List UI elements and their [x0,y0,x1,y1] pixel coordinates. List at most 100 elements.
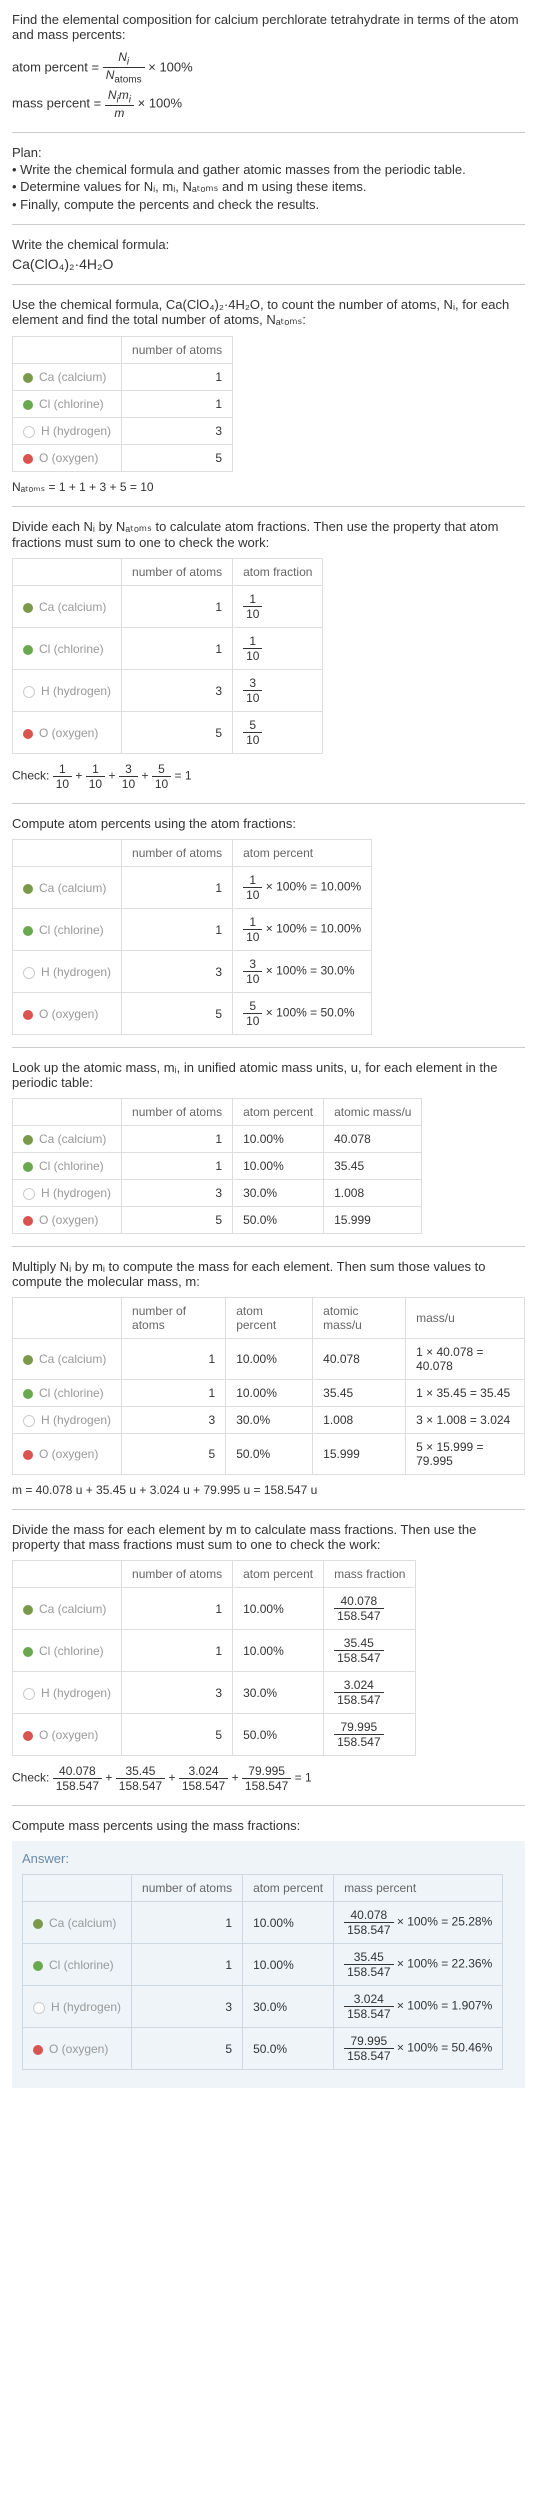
frac-den: 10 [243,733,262,747]
frac-den: 158.547 [344,2007,393,2021]
atom-count: 5 [122,1714,233,1756]
frac-den: 10 [152,777,171,791]
element-dot-icon [23,967,35,979]
frac-num: 1 [243,592,262,607]
atomic-mass-table: number of atomsatom percentatomic mass/u… [12,1098,422,1234]
element-dot-icon [23,1188,35,1200]
element-dot-icon [23,884,33,894]
atom-percent: 10.00% [226,1380,313,1407]
mass-fractions-table: number of atomsatom percentmass fraction… [12,1560,416,1756]
frac-den: 158.547 [242,1779,291,1793]
frac-num: 79.995 [334,1720,383,1735]
table-row: H (hydrogen)3310 × 100% = 30.0% [13,951,372,993]
col-mass: mass/u [406,1298,525,1339]
percent-result: × 100% = 50.46% [394,2041,493,2055]
frac-den: 158.547 [334,1735,383,1749]
atomic-mass: 15.999 [313,1434,406,1475]
atom-percent: 10.00% [243,1902,334,1944]
mass-percent-formula: mass percent = Nimi m × 100% [12,88,525,120]
element-dot-icon [33,1919,43,1929]
frac-den: 10 [243,607,262,621]
frac-num: 3.024 [344,1992,393,2007]
element-label: O (oxygen) [39,451,98,465]
frac-den: 10 [86,777,105,791]
atom-count: 5 [132,2028,243,2070]
frac-num: 35.45 [334,1636,383,1651]
frac-num: 3 [243,676,262,691]
table-row: Ca (calcium)1 [13,364,233,391]
atom-percent: 10.00% [233,1630,324,1672]
atom-percent: 10.00% [243,1944,334,1986]
frac-num: 3.024 [334,1678,383,1693]
frac-num: 5 [243,999,262,1014]
frac-num: 35.45 [344,1950,393,1965]
table-row: Ca (calcium)1110 × 100% = 10.00% [13,867,372,909]
element-dot-icon [23,645,33,655]
element-label: O (oxygen) [49,2042,108,2056]
element-dot-icon [23,1605,33,1615]
plan-item-2: • Determine values for Nᵢ, mᵢ, Nₐₜₒₘₛ an… [12,179,525,195]
atom-percent: 10.00% [233,1126,324,1153]
atom-count: 1 [122,1339,226,1380]
frac-num: 3.024 [179,1764,228,1779]
divider [12,1509,525,1510]
frac-num: 79.995 [242,1764,291,1779]
table-row: H (hydrogen)330.0%1.008 [13,1180,422,1207]
atom-count: 5 [122,445,233,472]
element-dot-icon [23,1415,35,1427]
mass-calc: 1 × 35.45 = 35.45 [406,1380,525,1407]
frac-den: 10 [119,777,138,791]
col-atom-percent: atom percent [243,1875,334,1902]
plan-item-1: • Write the chemical formula and gather … [12,162,525,177]
col-number-of-atoms: number of atoms [122,1099,233,1126]
atom-percent: 10.00% [226,1339,313,1380]
answer-box: Answer: number of atomsatom percentmass … [12,1841,525,2088]
check-label: Check: [12,1771,53,1785]
frac-den: 158.547 [344,2049,393,2063]
atom-count: 3 [122,1672,233,1714]
atom-count: 5 [122,1434,226,1475]
percent-result: × 100% = 50.0% [262,1006,354,1020]
col-number-of-atoms: number of atoms [122,840,233,867]
table-row: O (oxygen)550.0%79.995158.547 [13,1714,416,1756]
percent-result: × 100% = 10.00% [262,922,361,936]
plus: + [75,769,85,783]
atomic-mass: 40.078 [324,1126,422,1153]
table-row: Ca (calcium)110.00%40.078158.547 × 100% … [23,1902,503,1944]
element-label: H (hydrogen) [41,1186,111,1200]
percent-result: × 100% = 1.907% [394,1999,493,2013]
step-lookup-mass: Look up the atomic mass, mᵢ, in unified … [12,1060,525,1090]
atom-percent: 50.0% [233,1207,324,1234]
element-dot-icon [33,2045,43,2055]
element-label: Cl (chlorine) [39,1386,104,1400]
element-dot-icon [23,1450,33,1460]
table-row: Cl (chlorine)110.00%35.45 [13,1153,422,1180]
divider [12,224,525,225]
divider [12,132,525,133]
atom-fractions-table: number of atomsatom fraction Ca (calcium… [12,558,323,754]
frac-den: 158.547 [116,1779,165,1793]
mass-percent-fraction: Nimi m [105,88,134,120]
element-label: Ca (calcium) [49,1916,116,1930]
element-dot-icon [23,1216,33,1226]
element-dot-icon [23,1688,35,1700]
mass-calc: 3 × 1.008 = 3.024 [406,1407,525,1434]
element-dot-icon [33,2002,45,2014]
col-mass-percent: mass percent [334,1875,503,1902]
element-dot-icon [23,426,35,438]
table-row: O (oxygen)550.0%15.9995 × 15.999 = 79.99… [13,1434,525,1475]
element-label: Ca (calcium) [39,1602,106,1616]
col-number-of-atoms: number of atoms [122,1561,233,1588]
atom-count: 3 [132,1986,243,2028]
atom-count: 1 [122,1588,233,1630]
plus: + [141,769,151,783]
atom-count: 1 [122,364,233,391]
element-label: Ca (calcium) [39,1132,106,1146]
atom-count: 1 [122,586,233,628]
divider [12,803,525,804]
col-atom-percent: atom percent [233,1561,324,1588]
table-row: Cl (chlorine)1110 × 100% = 10.00% [13,909,372,951]
frac-num: 1 [243,873,262,888]
table-row: Cl (chlorine)110.00%35.45158.547 × 100% … [23,1944,503,1986]
atom-count: 1 [122,1630,233,1672]
